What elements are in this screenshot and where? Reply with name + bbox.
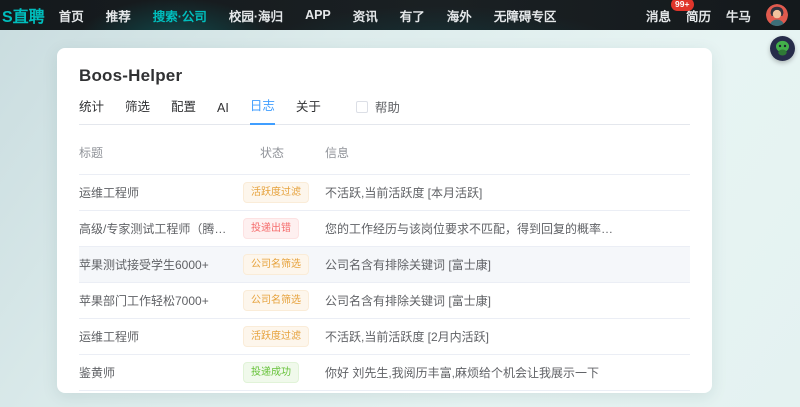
status-badge: 活跃度过滤 [243, 326, 309, 347]
nav-item[interactable]: 海外 [447, 6, 472, 25]
notification-badge: 99+ [671, 0, 694, 11]
header-status: 状态 [243, 144, 325, 161]
nav-item[interactable]: 首页 [59, 6, 84, 25]
nav-menu: 首页 推荐 搜索·公司 校园·海归 APP 资讯 有了 海外 无障碍专区 [59, 6, 557, 25]
messages-link[interactable]: 消息 99+ [646, 6, 671, 25]
row-title: 鉴黄师 [79, 364, 243, 381]
top-nav: S直聘 首页 推荐 搜索·公司 校园·海归 APP 资讯 有了 海外 无障碍专区… [0, 0, 800, 30]
tab[interactable]: AI [217, 101, 229, 124]
username-link[interactable]: 牛马 [726, 6, 751, 25]
table-row[interactable]: 高级/专家测试工程师（腾… 投递出错 您的工作经历与该岗位要求不匹配，得到回复的… [79, 211, 690, 247]
nav-item[interactable]: 无障碍专区 [494, 6, 557, 25]
status-badge: 投递出错 [243, 218, 299, 239]
row-title: 苹果测试接受学生6000+ [79, 256, 243, 273]
row-title: 运维工程师 [79, 184, 243, 201]
tab[interactable]: 统计 [79, 96, 104, 124]
table-row[interactable]: 苹果部门工作轻松7000+ 公司名筛选 公司名含有排除关键词 [富士康] [79, 283, 690, 319]
page-title: Boos-Helper [79, 66, 690, 86]
status-badge: 投递成功 [243, 362, 299, 383]
nav-right-group: 消息 99+ 简历 牛马 [646, 4, 788, 26]
user-avatar-image [766, 4, 788, 26]
status-badge: 公司名筛选 [243, 290, 309, 311]
tab-bar: 统计 筛选 配置 AI 日志 关于 帮助 [79, 95, 690, 125]
row-title: 高级/专家测试工程师（腾… [79, 220, 243, 237]
table-row[interactable]: 苹果测试接受学生6000+ 公司名筛选 公司名含有排除关键词 [富士康] [79, 247, 690, 283]
nav-item[interactable]: 校园·海归 [229, 6, 283, 25]
row-title: 苹果部门工作轻松7000+ [79, 292, 243, 309]
nav-item[interactable]: 资讯 [353, 6, 378, 25]
header-info: 信息 [325, 144, 690, 161]
row-status-cell: 活跃度过滤 [243, 182, 325, 203]
log-table-body: 运维工程师 活跃度过滤 不活跃,当前活跃度 [本月活跃] 高级/专家测试工程师（… [79, 175, 690, 391]
row-status-cell: 公司名筛选 [243, 254, 325, 275]
row-info: 你好 刘先生,我阅历丰富,麻烦给个机会让我展示一下 [325, 364, 690, 381]
table-row[interactable]: 运维工程师 活跃度过滤 不活跃,当前活跃度 [2月内活跃] [79, 319, 690, 355]
row-info: 公司名含有排除关键词 [富士康] [325, 256, 690, 273]
row-title: 运维工程师 [79, 328, 243, 345]
plugin-icon[interactable] [770, 36, 795, 61]
tab[interactable]: 日志 [250, 95, 275, 125]
nav-item[interactable]: 搜索·公司 [153, 6, 207, 25]
messages-label: 消息 [646, 10, 671, 24]
row-info: 不活跃,当前活跃度 [本月活跃] [325, 184, 690, 201]
tab[interactable]: 配置 [171, 96, 196, 124]
table-row[interactable]: 运维工程师 活跃度过滤 不活跃,当前活跃度 [本月活跃] [79, 175, 690, 211]
help-checkbox[interactable] [356, 101, 368, 113]
status-badge: 活跃度过滤 [243, 182, 309, 203]
log-table-header: 标题 状态 信息 [79, 125, 690, 175]
helper-panel: Boos-Helper 统计 筛选 配置 AI 日志 关于 帮助 标题 状态 信… [57, 48, 712, 393]
row-status-cell: 投递出错 [243, 218, 325, 239]
nav-item[interactable]: APP [305, 8, 331, 22]
bosszhipin-logo[interactable]: S直聘 [2, 3, 45, 27]
status-badge: 公司名筛选 [243, 254, 309, 275]
table-row[interactable]: 鉴黄师 投递成功 你好 刘先生,我阅历丰富,麻烦给个机会让我展示一下 [79, 355, 690, 391]
header-title: 标题 [79, 144, 243, 161]
tab[interactable]: 关于 [296, 96, 321, 124]
nav-item[interactable]: 推荐 [106, 6, 131, 25]
row-status-cell: 公司名筛选 [243, 290, 325, 311]
nav-item[interactable]: 有了 [400, 6, 425, 25]
row-status-cell: 活跃度过滤 [243, 326, 325, 347]
help-label: 帮助 [375, 97, 400, 116]
plugin-robot-icon [770, 36, 795, 61]
help-toggle[interactable]: 帮助 [356, 97, 400, 124]
row-info: 不活跃,当前活跃度 [2月内活跃] [325, 328, 690, 345]
avatar[interactable] [766, 4, 788, 26]
row-status-cell: 投递成功 [243, 362, 325, 383]
row-info: 公司名含有排除关键词 [富士康] [325, 292, 690, 309]
row-info: 您的工作经历与该岗位要求不匹配，得到回复的概率… [325, 220, 690, 237]
tab[interactable]: 筛选 [125, 96, 150, 124]
